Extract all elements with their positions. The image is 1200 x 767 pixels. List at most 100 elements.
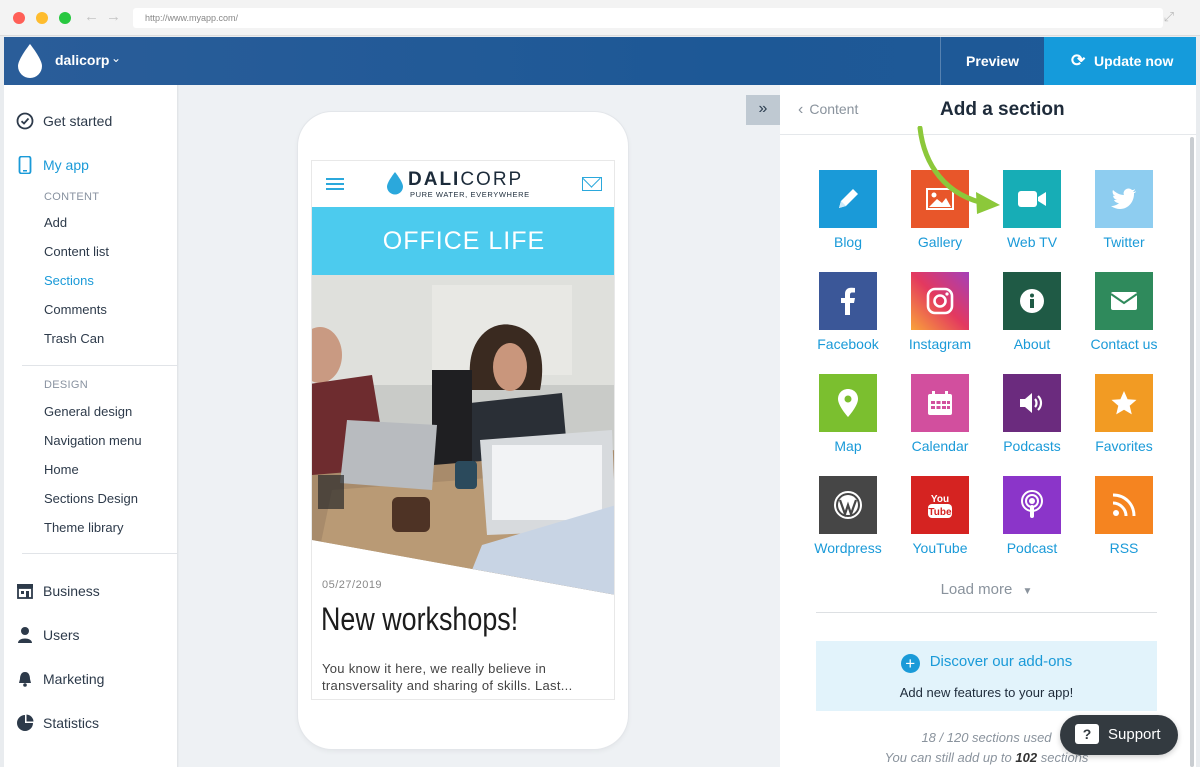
load-more-button[interactable]: Load more ▼ <box>816 581 1157 598</box>
collapse-panel-button[interactable]: » <box>746 95 780 125</box>
pencil-icon <box>819 170 877 228</box>
section-tile-label: Gallery <box>917 234 963 250</box>
phone-mockup: DALICORP PURE WATER, EVERYWHERE OFFICE L… <box>298 112 628 749</box>
section-tile-label: Calendar <box>911 438 969 454</box>
section-tile-rss[interactable]: RSS <box>1078 476 1170 556</box>
podcast-icon <box>1003 476 1061 534</box>
plus-circle-icon: + <box>900 654 920 673</box>
content-section-heading: CONTENT <box>44 191 100 203</box>
bell-icon <box>19 672 31 687</box>
section-tile-label: Web TV <box>1006 234 1058 250</box>
sidebar-item-sections-design[interactable]: Sections Design <box>44 491 138 506</box>
app-selector[interactable]: dalicorp <box>55 52 109 68</box>
support-button[interactable]: ? Support <box>1060 715 1178 755</box>
sidebar-item-comments[interactable]: Comments <box>44 302 107 317</box>
divider <box>816 612 1157 613</box>
section-tile-podcasts[interactable]: Podcasts <box>986 374 1078 454</box>
update-now-label: Update now <box>1094 53 1174 69</box>
sidebar-item-label: Users <box>43 627 80 643</box>
section-tile-instagram[interactable]: Instagram <box>894 272 986 352</box>
rss-icon <box>1095 476 1153 534</box>
sidebar: Get started My app CONTENT Add Content l… <box>4 85 178 767</box>
maximize-window-button[interactable] <box>59 12 71 24</box>
section-tile-calendar[interactable]: Calendar <box>894 374 986 454</box>
phone-logo-text: DALICORP <box>408 169 523 191</box>
speaker-icon <box>1003 374 1061 432</box>
chevron-down-icon[interactable]: ⌄ <box>111 51 121 65</box>
help-chat-icon: ? <box>1075 724 1099 744</box>
addons-box: + Discover our add-ons Add new features t… <box>816 641 1157 711</box>
design-section-heading: DESIGN <box>44 379 88 391</box>
support-label: Support <box>1108 726 1161 743</box>
discover-addons-link[interactable]: + Discover our add-ons <box>816 653 1157 673</box>
section-tile-label: RSS <box>1109 540 1139 556</box>
info-icon <box>1003 272 1061 330</box>
addons-subtitle: Add new features to your app! <box>899 685 1074 700</box>
section-tile-label: Podcast <box>1006 540 1058 556</box>
section-tile-podcast[interactable]: Podcast <box>986 476 1078 556</box>
section-tile-blog[interactable]: Blog <box>802 170 894 250</box>
section-tile-youtube[interactable]: You Tube YouTube <box>894 476 986 556</box>
post-title[interactable]: New workshops! <box>321 601 518 638</box>
youtube-icon: You Tube <box>911 476 969 534</box>
section-tile-label: Twitter <box>1103 234 1145 250</box>
section-tile-label: YouTube <box>912 540 968 556</box>
sidebar-item-theme-library[interactable]: Theme library <box>44 520 123 535</box>
close-window-button[interactable] <box>13 12 25 24</box>
office-photo <box>312 275 614 595</box>
water-drop-logo-icon <box>18 44 42 78</box>
sidebar-item-label: Statistics <box>43 715 100 731</box>
section-tile-facebook[interactable]: Facebook <box>802 272 894 352</box>
sidebar-item-label: Get started <box>43 113 113 129</box>
map-pin-icon <box>819 374 877 432</box>
sidebar-item-home[interactable]: Home <box>44 462 79 477</box>
divider <box>22 365 178 366</box>
minimize-window-button[interactable] <box>36 12 48 24</box>
water-drop-icon <box>387 172 403 195</box>
sidebar-item-label: My app <box>43 157 89 173</box>
section-tile-twitter[interactable]: Twitter <box>1078 170 1170 250</box>
back-arrow-icon[interactable]: ← <box>84 8 99 25</box>
sidebar-item-sections[interactable]: Sections <box>44 273 94 288</box>
section-tile-contact-us[interactable]: Contact us <box>1078 272 1170 352</box>
logo-light: CORP <box>460 169 524 190</box>
url-bar[interactable]: http://www.myapp.com/ <box>133 8 1163 28</box>
app-header: dalicorp ⌄ Preview ⟳ Update now <box>4 37 1196 85</box>
sidebar-item-navigation-menu[interactable]: Navigation menu <box>44 433 142 448</box>
section-tile-label: Contact us <box>1090 336 1158 352</box>
refresh-icon: ⟳ <box>1071 51 1086 70</box>
section-tile-map[interactable]: Map <box>802 374 894 454</box>
panel-scrollbar[interactable] <box>1190 137 1194 767</box>
sidebar-item-general-design[interactable]: General design <box>44 404 132 419</box>
back-to-content-link[interactable]: ‹ Content <box>798 101 858 119</box>
section-tile-label: Map <box>834 438 862 454</box>
twitter-icon <box>1095 170 1153 228</box>
section-tile-favorites[interactable]: Favorites <box>1078 374 1170 454</box>
calendar-icon <box>911 374 969 432</box>
sidebar-item-content-list[interactable]: Content list <box>44 244 109 259</box>
user-icon <box>18 627 32 643</box>
section-tile-wordpress[interactable]: Wordpress <box>802 476 894 556</box>
section-banner: OFFICE LIFE <box>312 207 614 275</box>
mail-icon[interactable] <box>582 177 602 191</box>
sidebar-item-add[interactable]: Add <box>44 215 67 230</box>
star-icon <box>1095 374 1153 432</box>
section-tile-about[interactable]: About <box>986 272 1078 352</box>
browser-chrome: ← → http://www.myapp.com/ ⤢ <box>0 0 1200 36</box>
caret-down-icon: ▼ <box>1022 586 1033 597</box>
smartphone-icon <box>18 156 32 174</box>
fullscreen-icon[interactable]: ⤢ <box>1164 9 1174 25</box>
update-now-button[interactable]: ⟳ Update now <box>1044 37 1196 85</box>
pie-chart-icon <box>17 714 34 731</box>
sidebar-item-trash-can[interactable]: Trash Can <box>44 331 104 346</box>
hamburger-menu-icon[interactable] <box>326 178 344 190</box>
sidebar-item-label: Business <box>43 583 100 599</box>
facebook-icon <box>819 272 877 330</box>
forward-arrow-icon[interactable]: → <box>106 8 121 25</box>
instagram-icon <box>911 272 969 330</box>
sidebar-item-label: Marketing <box>43 671 105 687</box>
preview-button[interactable]: Preview <box>940 37 1044 85</box>
section-tile-label: Instagram <box>908 336 972 352</box>
post-excerpt: You know it here, we really believe in t… <box>322 661 573 693</box>
back-label: Content <box>809 101 859 117</box>
